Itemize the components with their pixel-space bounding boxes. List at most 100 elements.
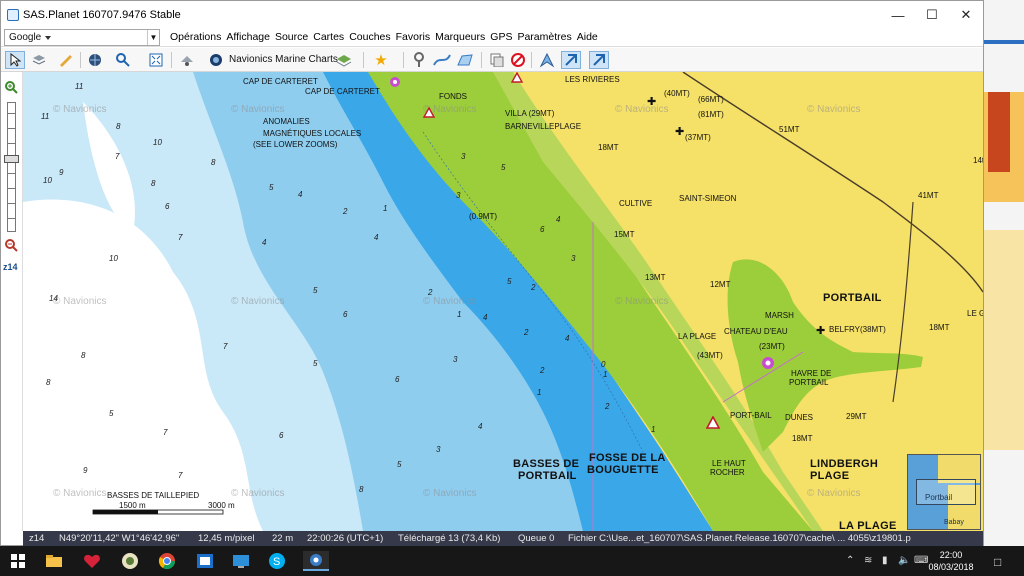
gps-track-icon[interactable]	[537, 51, 557, 69]
map-label: VILLA (29MT)	[505, 109, 555, 118]
map-label: BARNEVILLEPLAGE	[505, 122, 582, 131]
close-button[interactable]: ✕	[949, 1, 983, 29]
watermark: © Navionics	[53, 296, 107, 307]
map-label: MARSH	[765, 311, 794, 320]
zoom-icon[interactable]	[113, 51, 133, 69]
map-label: (37MT)	[685, 133, 711, 142]
chevron-down-icon[interactable]: ▼	[147, 30, 159, 45]
map-label: CAP DE CARTERET	[243, 77, 318, 86]
satellite-icon[interactable]	[177, 51, 197, 69]
gps-follow-icon[interactable]	[561, 51, 581, 69]
layers-icon[interactable]	[29, 51, 49, 69]
tray-chevron-up-icon[interactable]: ⌃	[846, 555, 854, 566]
chrome-icon[interactable]	[157, 551, 177, 571]
scale-label-1500: 1500 m	[119, 501, 146, 510]
depth-sounding: 2	[428, 288, 433, 297]
map-label: HAVRE DE	[791, 369, 832, 378]
menu-cartes[interactable]: Cartes	[313, 31, 349, 43]
map-label: MAGNÉTIQUES LOCALES	[263, 129, 362, 138]
watermark: © Navionics	[53, 488, 107, 499]
polygon-tool-icon[interactable]	[455, 51, 475, 69]
menu-affichage[interactable]: Affichage	[226, 31, 275, 43]
globe-icon[interactable]	[85, 51, 105, 69]
volume-icon[interactable]: 🔈	[898, 555, 910, 566]
map-layer-selector[interactable]: Navionics Marine Charts ▾	[229, 54, 346, 65]
depth-sounding: 11	[75, 82, 84, 91]
zoom-in-icon[interactable]	[4, 80, 18, 97]
place-label: BASSES DE	[513, 458, 580, 470]
depth-sounding: 7	[115, 152, 120, 161]
path-tool-icon[interactable]	[432, 51, 452, 69]
status-time: 22:00:26 (UTC+1)	[307, 533, 384, 544]
watermark: © Navionics	[231, 296, 285, 307]
start-windows-icon[interactable]	[8, 551, 28, 571]
depth-sounding: 1	[457, 310, 462, 319]
map-label: CHATEAU D'EAU	[724, 327, 788, 336]
scale-label-3000: 3000 m	[208, 501, 235, 510]
minimap[interactable]: Portbail Babay	[907, 454, 981, 530]
marker-pin-icon[interactable]	[409, 51, 429, 69]
copy-icon[interactable]	[487, 51, 507, 69]
window-title: SAS.Planet 160707.9476 Stable	[23, 9, 181, 21]
health-app-icon[interactable]	[82, 551, 102, 571]
place-label-portbail: PORTBAIL	[823, 292, 882, 304]
battery-icon[interactable]: ▮	[882, 555, 888, 566]
map-canvas[interactable]: © Navionics © Navionics © Navionics © Na…	[23, 72, 983, 531]
skype-icon[interactable]: S	[267, 551, 287, 571]
depth-sounding: 5	[313, 359, 318, 368]
menu-couches[interactable]: Couches	[349, 31, 395, 43]
watermark: © Navionics	[231, 488, 285, 499]
gps-center-icon[interactable]	[589, 51, 609, 69]
outlook-icon[interactable]	[195, 551, 215, 571]
depth-sounding: 2	[540, 366, 545, 375]
depth-sounding: 1	[383, 204, 388, 213]
map-label: BASSES DE TAILLEPIED	[107, 491, 200, 500]
minimize-button[interactable]: —	[881, 1, 915, 29]
app-window: SAS.Planet 160707.9476 Stable — ☐ ✕ Goog…	[0, 0, 984, 546]
sasplanet-taskbar-icon[interactable]	[303, 551, 329, 571]
zoom-slider-thumb[interactable]	[4, 155, 19, 163]
zoom-slider[interactable]	[7, 102, 16, 232]
app-icon[interactable]	[120, 551, 140, 571]
menu-marqueurs[interactable]: Marqueurs	[435, 31, 490, 43]
ruler-icon[interactable]	[56, 51, 76, 69]
map-label: 14t	[973, 156, 983, 165]
map-label: DUNES	[785, 413, 814, 422]
language-icon[interactable]: ⌨	[914, 555, 928, 566]
fullscreen-icon[interactable]	[146, 51, 166, 69]
menu-source[interactable]: Source	[275, 31, 313, 43]
zoom-panel: z14	[1, 72, 23, 531]
overlay-layers-icon[interactable]	[334, 51, 354, 69]
depth-sounding: 10	[153, 138, 162, 147]
taskbar-clock[interactable]: 22:00 08/03/2018	[928, 549, 974, 573]
map-label: (43MT)	[697, 351, 723, 360]
depth-sounding: 10	[109, 254, 118, 263]
star-favorite-icon[interactable]: ★	[371, 51, 391, 69]
notification-icon[interactable]: □	[994, 555, 1001, 569]
depth-sounding: 3	[453, 355, 458, 364]
place-label: LINDBERGH	[810, 458, 879, 470]
depth-sounding: 4	[565, 334, 570, 343]
menu-gps[interactable]: GPS	[490, 31, 517, 43]
depth-sounding: 14	[49, 294, 58, 303]
place-label: PORTBAIL	[518, 470, 577, 482]
maximize-button[interactable]: ☐	[915, 1, 949, 29]
map-label: 18MT	[792, 434, 813, 443]
menu-favoris[interactable]: Favoris	[396, 31, 435, 43]
menu-operations[interactable]: Opérations	[170, 31, 226, 43]
delete-icon[interactable]	[508, 51, 528, 69]
wifi-icon[interactable]: ≋	[864, 555, 872, 566]
minimap-viewport[interactable]: Portbail	[916, 479, 976, 505]
source-combo[interactable]: Google ▼	[4, 29, 160, 46]
menu-parametres[interactable]: Paramètres	[517, 31, 576, 43]
pointer-tool-icon[interactable]	[5, 51, 25, 69]
zoom-out-icon[interactable]	[4, 238, 18, 255]
watermark: © Navionics	[423, 488, 477, 499]
watermark: © Navionics	[615, 104, 669, 115]
depth-sounding: 9	[83, 466, 88, 475]
display-app-icon[interactable]	[231, 551, 251, 571]
menu-aide[interactable]: Aide	[577, 31, 603, 43]
folder-icon[interactable]	[44, 551, 64, 571]
depth-sounding: 4	[478, 422, 483, 431]
toolbar: Navionics Marine Charts ▾ ★	[1, 48, 983, 72]
